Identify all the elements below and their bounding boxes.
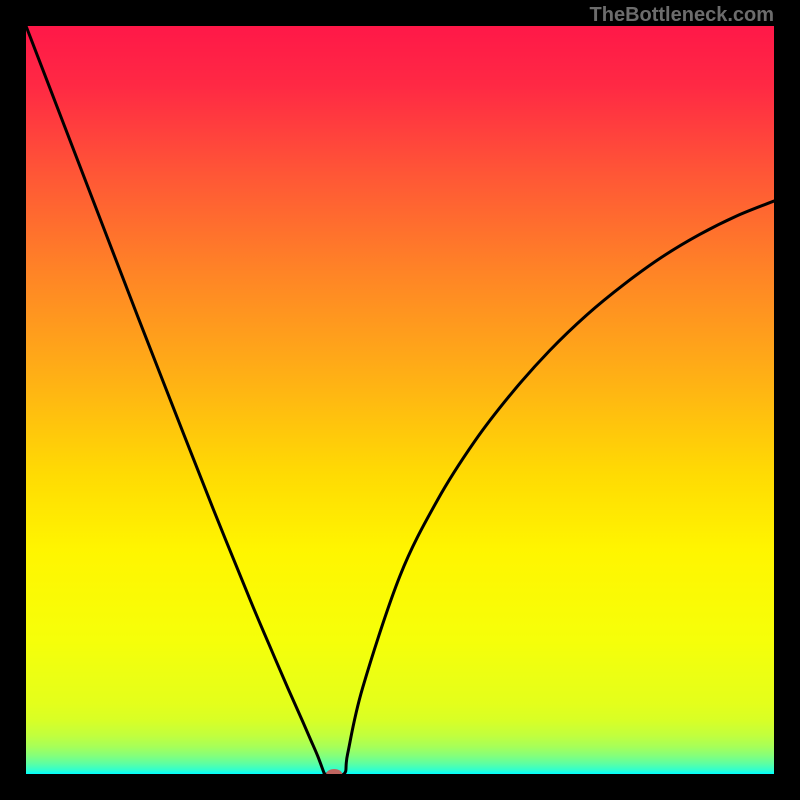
watermark-text: TheBottleneck.com bbox=[590, 4, 774, 27]
gradient-background bbox=[26, 26, 774, 774]
bottleneck-curve-chart bbox=[26, 26, 774, 774]
chart-plot-area bbox=[26, 26, 774, 774]
